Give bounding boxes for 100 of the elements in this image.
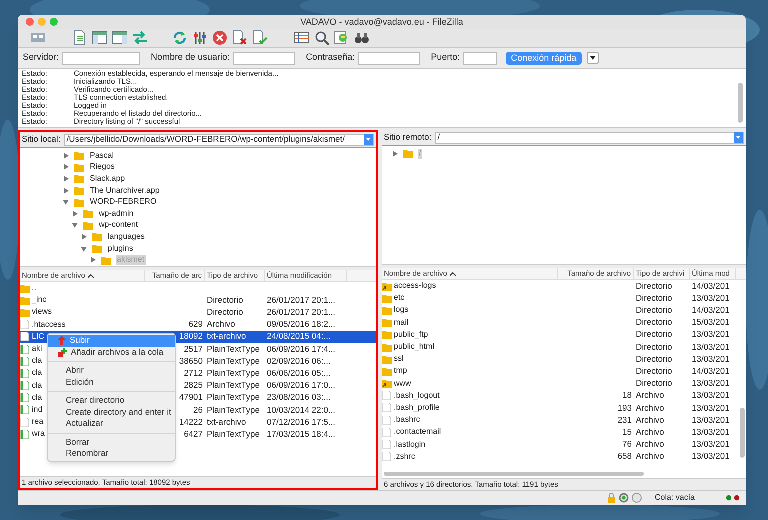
file-name: .htaccess <box>32 318 66 331</box>
table-cell: 26/01/2017 20:1... <box>267 294 336 305</box>
table-cell: 2712 <box>184 368 203 378</box>
scrollbar-thumb[interactable] <box>740 408 745 458</box>
table-cell: 18092 <box>179 331 203 342</box>
site-label: Sitio local: <box>22 133 61 146</box>
panel-icon[interactable] <box>112 30 128 46</box>
refresh-icon[interactable] <box>172 30 188 46</box>
scrollbar-thumb[interactable] <box>384 472 644 476</box>
table-cell: 38650 <box>179 356 203 366</box>
close-button[interactable] <box>26 18 34 26</box>
table-cell: Archivo <box>636 426 664 437</box>
search-icon[interactable] <box>314 30 330 46</box>
site-label: Sitio remoto: <box>384 131 432 144</box>
table-cell: 629 <box>188 319 203 330</box>
filter-icon[interactable] <box>192 30 208 46</box>
text-field[interactable] <box>358 52 420 64</box>
table-cell: Archivo <box>636 390 664 400</box>
zoom-button[interactable] <box>50 18 58 26</box>
binoculars-icon[interactable] <box>354 30 370 46</box>
table-cell: 658 <box>618 451 632 462</box>
field-label: Contraseña: <box>306 51 356 64</box>
file-name: LIC <box>32 330 44 343</box>
table-cell: 15/03/201 <box>692 317 730 328</box>
file-name: access-logs <box>394 280 436 292</box>
cancel-icon[interactable] <box>212 30 228 46</box>
menu-item[interactable]: Edición <box>48 376 175 388</box>
table-cell: PlainTextType <box>207 368 260 378</box>
table-cell: PlainTextType <box>207 380 260 390</box>
tree-item[interactable]: wp-admin <box>98 208 135 219</box>
field-label: Puerto: <box>431 51 460 64</box>
table-cell: 13/03/201 <box>692 414 730 425</box>
file-name: .bashrc <box>394 414 420 426</box>
table-cell: Archivo <box>636 451 664 462</box>
file-name: public_html <box>394 341 434 354</box>
transfer-arrows-icon[interactable] <box>132 30 148 46</box>
table-cell: 76 <box>622 439 632 450</box>
menu-item[interactable]: Renombrar <box>48 448 175 460</box>
tree-item[interactable]: wp-content <box>98 220 140 230</box>
file-name: cla <box>32 392 42 404</box>
menu-item[interactable]: Actualizar <box>48 418 175 430</box>
tree-item[interactable]: Slack.app <box>89 174 126 184</box>
dropdown-button[interactable] <box>586 52 599 64</box>
table-cell: 09/05/2016 18:2... <box>267 319 336 330</box>
table-cell: 23/08/2016 03:... <box>267 392 331 402</box>
table-cell: 13/03/201 <box>692 329 730 340</box>
reconnect-icon[interactable] <box>252 30 268 46</box>
tree-item[interactable]: Pascal <box>89 150 116 161</box>
table-cell: 26/01/2017 20:1... <box>267 307 336 318</box>
table-cell: 06/09/2016 17:0... <box>267 380 336 390</box>
dropdown-icon <box>364 134 373 145</box>
table-cell: 2825 <box>184 380 203 390</box>
tree-item[interactable]: The Unarchiver.app <box>89 186 161 196</box>
menu-item[interactable]: Create directory and enter it <box>48 406 175 418</box>
field-label: Nombre de usuario: <box>151 51 230 64</box>
table-cell: 193 <box>618 402 632 413</box>
menu-item[interactable]: Abrir <box>48 365 175 376</box>
path-field[interactable]: / <box>434 132 744 144</box>
table-cell: Archivo <box>636 414 664 425</box>
table-cell: 14/03/201 <box>692 280 730 291</box>
tree-item[interactable]: plugins <box>107 244 134 254</box>
text-field[interactable] <box>463 52 498 64</box>
table-cell: PlainTextType <box>207 344 260 354</box>
table-cell: 26 <box>194 404 203 415</box>
menu-item[interactable]: Crear directorio <box>48 395 175 406</box>
file-name: .lastlogin <box>394 438 426 451</box>
table-cell: 15 <box>622 426 632 437</box>
tree-item[interactable]: Riegos <box>89 162 116 172</box>
panel-icon[interactable] <box>92 30 108 46</box>
document-icon[interactable] <box>72 30 88 46</box>
table-cell: Directorio <box>636 354 672 364</box>
table-cell: Directorio <box>636 317 672 328</box>
table-cell: 10/03/2014 22:0... <box>267 404 336 415</box>
text-field[interactable] <box>62 52 140 64</box>
table-cell: 231 <box>618 414 632 425</box>
menu-item[interactable]: Borrar <box>48 436 175 448</box>
folder-icon <box>403 149 413 158</box>
table-cell: Archivo <box>636 439 664 450</box>
field-label: Servidor: <box>23 51 60 64</box>
gear-icon <box>618 493 629 503</box>
plus-icon <box>58 348 67 357</box>
table-cell: 2517 <box>184 344 203 354</box>
scrollbar-thumb[interactable] <box>738 83 743 123</box>
table-cell: 17/03/2015 18:4... <box>267 428 336 439</box>
table-cell: 47901 <box>179 392 203 402</box>
file-name: cla <box>32 355 42 368</box>
tree-item[interactable]: WORD-FEBRERO <box>89 197 158 208</box>
tree-item[interactable]: languages <box>107 232 146 242</box>
file-name: ind <box>32 404 43 416</box>
folder-icon <box>382 282 392 291</box>
table-cell: PlainTextType <box>207 392 260 402</box>
table-cell: Directorio <box>207 294 244 305</box>
disconnect-icon[interactable] <box>232 30 248 46</box>
menu-item[interactable]: Añadir archivos a la cola <box>48 346 175 358</box>
file-name: logs <box>394 304 409 316</box>
table-cell: 13/03/201 <box>692 451 730 462</box>
list-view-icon[interactable] <box>294 30 310 46</box>
sync-icon[interactable] <box>334 30 350 46</box>
text-field[interactable] <box>233 52 296 64</box>
path-field[interactable]: /Users/jbellido/Downloads/WORD-FEBRERO/wp-content/plugins/akismet/ <box>64 134 374 146</box>
